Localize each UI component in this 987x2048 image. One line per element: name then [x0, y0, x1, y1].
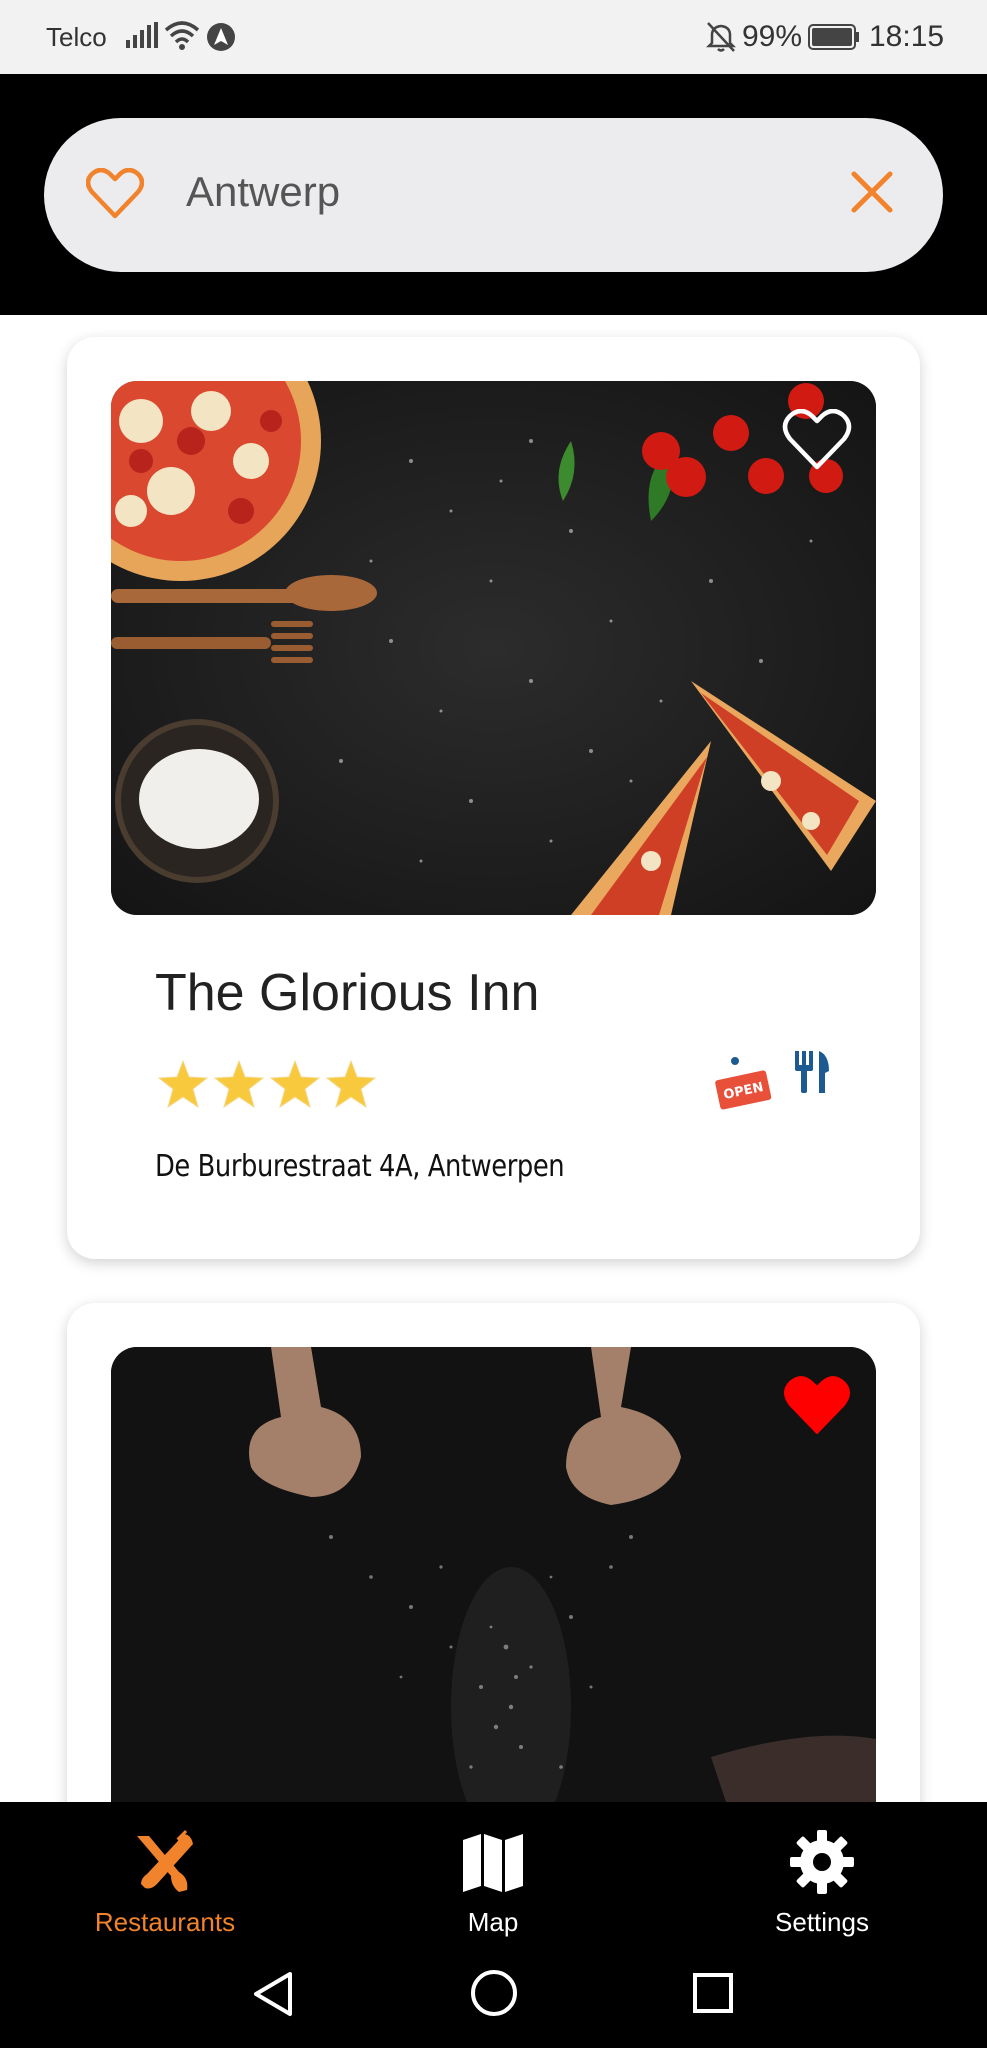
- recent-apps-icon[interactable]: [692, 1972, 734, 2019]
- heart-outline-icon[interactable]: [782, 408, 852, 476]
- star-icon: [269, 1059, 321, 1109]
- tab-label: Settings: [775, 1907, 869, 1937]
- search-bar[interactable]: Antwerp: [44, 118, 943, 272]
- carrier-label: Telco: [46, 22, 107, 52]
- star-icon: [213, 1059, 265, 1109]
- star-rating: [155, 1057, 385, 1118]
- star-icon: [157, 1059, 209, 1109]
- close-icon[interactable]: [850, 170, 894, 219]
- restaurant-address: De Burburestraat 4A, Antwerpen: [155, 1149, 565, 1184]
- status-bar: Telco 99% 18:15: [0, 0, 987, 74]
- tab-label: Restaurants: [94, 1907, 236, 1937]
- tab-restaurants[interactable]: Restaurants: [55, 1830, 275, 1938]
- open-sign-icon: OPEN: [713, 1055, 773, 1120]
- clock: 18:15: [869, 20, 945, 53]
- heart-filled-icon[interactable]: [782, 1375, 852, 1442]
- restaurants-icon: [131, 1830, 199, 1898]
- battery-percent: 99%: [742, 20, 803, 53]
- search-input[interactable]: Antwerp: [186, 168, 340, 216]
- wifi-icon: [164, 20, 200, 55]
- home-icon[interactable]: [469, 1968, 519, 2023]
- restaurant-photo: [111, 1347, 876, 1802]
- heart-outline-icon[interactable]: [85, 167, 145, 225]
- header: Antwerp: [0, 74, 987, 315]
- map-icon: [461, 1834, 525, 1898]
- restaurant-card[interactable]: [67, 1303, 920, 1802]
- gear-icon: [790, 1830, 854, 1898]
- back-icon[interactable]: [252, 1970, 294, 2023]
- battery-icon: [808, 24, 860, 55]
- restaurant-card[interactable]: The Glorious Inn OPEN De Burburestraat 4…: [67, 337, 920, 1259]
- tab-map[interactable]: Map: [383, 1830, 603, 1938]
- restaurant-list[interactable]: The Glorious Inn OPEN De Burburestraat 4…: [0, 315, 987, 1802]
- tab-label: Map: [467, 1907, 519, 1937]
- star-icon: [325, 1059, 377, 1109]
- cutlery-icon: [793, 1049, 833, 1100]
- restaurant-photo: [111, 381, 876, 915]
- tab-settings[interactable]: Settings: [712, 1830, 932, 1938]
- bottom-navigation: Restaurants Map Settings: [0, 1802, 987, 2048]
- navigation-status-icon: [206, 22, 236, 57]
- mute-icon: [705, 21, 737, 58]
- restaurant-name: The Glorious Inn: [155, 964, 540, 1022]
- signal-icon: [126, 22, 158, 53]
